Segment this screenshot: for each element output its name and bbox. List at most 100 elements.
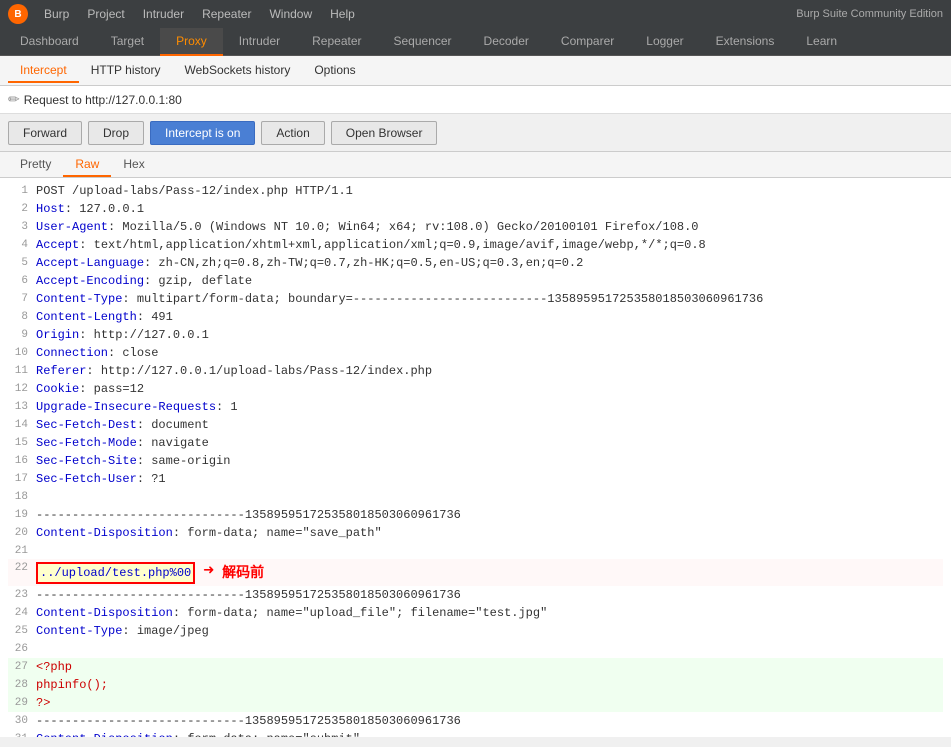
subtab-options[interactable]: Options xyxy=(302,59,367,83)
action-toolbar: Forward Drop Intercept is on Action Open… xyxy=(0,114,951,152)
line-number: 3 xyxy=(8,218,28,236)
title-bar-left: B Burp Project Intruder Repeater Window … xyxy=(8,4,363,24)
line-number: 15 xyxy=(8,434,28,452)
subtab-intercept[interactable]: Intercept xyxy=(8,59,79,83)
line-number: 30 xyxy=(8,712,28,730)
menu-repeater[interactable]: Repeater xyxy=(194,5,259,23)
forward-button[interactable]: Forward xyxy=(8,121,82,145)
intercept-toggle-button[interactable]: Intercept is on xyxy=(150,121,255,145)
line-26: 26 xyxy=(8,640,943,658)
view-tab-hex[interactable]: Hex xyxy=(111,154,156,177)
line-number: 26 xyxy=(8,640,28,658)
line-21: 21 xyxy=(8,542,943,560)
annotation-label: 解码前 xyxy=(222,562,264,583)
line-text: User-Agent: Mozilla/5.0 (Windows NT 10.0… xyxy=(36,218,943,236)
line-number: 24 xyxy=(8,604,28,622)
menu-window[interactable]: Window xyxy=(261,5,320,23)
line-text: -----------------------------13589595172… xyxy=(36,586,943,604)
line-text: -----------------------------13589595172… xyxy=(36,506,943,524)
line-6: 6Accept-Encoding: gzip, deflate xyxy=(8,272,943,290)
line-text: Accept: text/html,application/xhtml+xml,… xyxy=(36,236,943,254)
line-27: 27<?php xyxy=(8,658,943,676)
tab-decoder[interactable]: Decoder xyxy=(468,28,545,56)
line-number: 31 xyxy=(8,730,28,738)
line-2: 2Host: 127.0.0.1 xyxy=(8,200,943,218)
line-12: 12Cookie: pass=12 xyxy=(8,380,943,398)
line-number: 28 xyxy=(8,676,28,694)
tab-sequencer[interactable]: Sequencer xyxy=(378,28,468,56)
line-text: phpinfo(); xyxy=(36,676,943,694)
line-24: 24Content-Disposition: form-data; name="… xyxy=(8,604,943,622)
line-text: Referer: http://127.0.0.1/upload-labs/Pa… xyxy=(36,362,943,380)
line-4: 4 Accept: text/html,application/xhtml+xml… xyxy=(8,236,943,254)
view-tab-pretty[interactable]: Pretty xyxy=(8,154,63,177)
line-number: 12 xyxy=(8,380,28,398)
line-10: 10 Connection: close xyxy=(8,344,943,362)
line-text: ?> xyxy=(36,694,943,712)
request-content[interactable]: 1 POST /upload-labs/Pass-12/index.php HTT… xyxy=(0,178,951,737)
line-28: 28 phpinfo(); xyxy=(8,676,943,694)
line-text: Accept-Language: zh-CN,zh;q=0.8,zh-TW;q=… xyxy=(36,254,943,272)
tab-comparer[interactable]: Comparer xyxy=(545,28,630,56)
title-bar: B Burp Project Intruder Repeater Window … xyxy=(0,0,951,28)
line-number: 29 xyxy=(8,694,28,712)
subtab-http-history[interactable]: HTTP history xyxy=(79,59,173,83)
line-number: 6 xyxy=(8,272,28,290)
drop-button[interactable]: Drop xyxy=(88,121,144,145)
line-text: Sec-Fetch-Mode: navigate xyxy=(36,434,943,452)
line-31: 31 Content-Disposition: form-data; name="… xyxy=(8,730,943,738)
proxy-area: Intercept HTTP history WebSockets histor… xyxy=(0,56,951,737)
line-text: Sec-Fetch-User: ?1 xyxy=(36,470,943,488)
line-number: 25 xyxy=(8,622,28,640)
tab-logger[interactable]: Logger xyxy=(630,28,699,56)
menu-burp[interactable]: Burp xyxy=(36,5,77,23)
line-text: Host: 127.0.0.1 xyxy=(36,200,943,218)
line-number: 10 xyxy=(8,344,28,362)
tab-dashboard[interactable]: Dashboard xyxy=(4,28,95,56)
line-5: 5 Accept-Language: zh-CN,zh;q=0.8,zh-TW;q… xyxy=(8,254,943,272)
line-text: POST /upload-labs/Pass-12/index.php HTTP… xyxy=(36,182,943,200)
request-info-bar: ✏ Request to http://127.0.0.1:80 xyxy=(0,86,951,114)
line-number: 5 xyxy=(8,254,28,272)
tab-extensions[interactable]: Extensions xyxy=(700,28,791,56)
tab-proxy[interactable]: Proxy xyxy=(160,28,223,56)
line-text: Content-Type: image/jpeg xyxy=(36,622,943,640)
view-tab-raw[interactable]: Raw xyxy=(63,154,111,177)
view-tab-bar: Pretty Raw Hex xyxy=(0,152,951,178)
line-text: Sec-Fetch-Site: same-origin xyxy=(36,452,943,470)
line-number: 1 xyxy=(8,182,28,200)
menu-help[interactable]: Help xyxy=(322,5,363,23)
line-22: 22../upload/test.php%00➜解码前 xyxy=(8,559,943,586)
action-button[interactable]: Action xyxy=(261,121,324,145)
menu-intruder[interactable]: Intruder xyxy=(135,5,192,23)
line-number: 22 xyxy=(8,559,28,577)
annotation-arrow: ➜ xyxy=(203,559,214,586)
line-18: 18 xyxy=(8,488,943,506)
tab-target[interactable]: Target xyxy=(95,28,160,56)
line-text: Connection: close xyxy=(36,344,943,362)
line-23: 23 -----------------------------135895951… xyxy=(8,586,943,604)
tab-intruder[interactable]: Intruder xyxy=(223,28,296,56)
app-title: Burp Suite Community Edition xyxy=(796,8,943,20)
tab-repeater[interactable]: Repeater xyxy=(296,28,377,56)
line-number: 21 xyxy=(8,542,28,560)
line-text: Content-Disposition: form-data; name="su… xyxy=(36,730,943,738)
line-number: 23 xyxy=(8,586,28,604)
line-16: 16Sec-Fetch-Site: same-origin xyxy=(8,452,943,470)
highlighted-content: ../upload/test.php%00➜解码前 xyxy=(36,559,943,586)
line-number: 19 xyxy=(8,506,28,524)
line-text: <?php xyxy=(36,658,943,676)
line-13: 13Upgrade-Insecure-Requests: 1 xyxy=(8,398,943,416)
line-number: 7 xyxy=(8,290,28,308)
line-1: 1 POST /upload-labs/Pass-12/index.php HTT… xyxy=(8,182,943,200)
subtab-websockets[interactable]: WebSockets history xyxy=(173,59,303,83)
line-text: Upgrade-Insecure-Requests: 1 xyxy=(36,398,943,416)
line-7: 7Content-Type: multipart/form-data; boun… xyxy=(8,290,943,308)
open-browser-button[interactable]: Open Browser xyxy=(331,121,438,145)
line-15: 15 Sec-Fetch-Mode: navigate xyxy=(8,434,943,452)
tab-learn[interactable]: Learn xyxy=(790,28,853,56)
line-17: 17Sec-Fetch-User: ?1 xyxy=(8,470,943,488)
line-number: 4 xyxy=(8,236,28,254)
line-text: Origin: http://127.0.0.1 xyxy=(36,326,943,344)
menu-project[interactable]: Project xyxy=(79,5,132,23)
